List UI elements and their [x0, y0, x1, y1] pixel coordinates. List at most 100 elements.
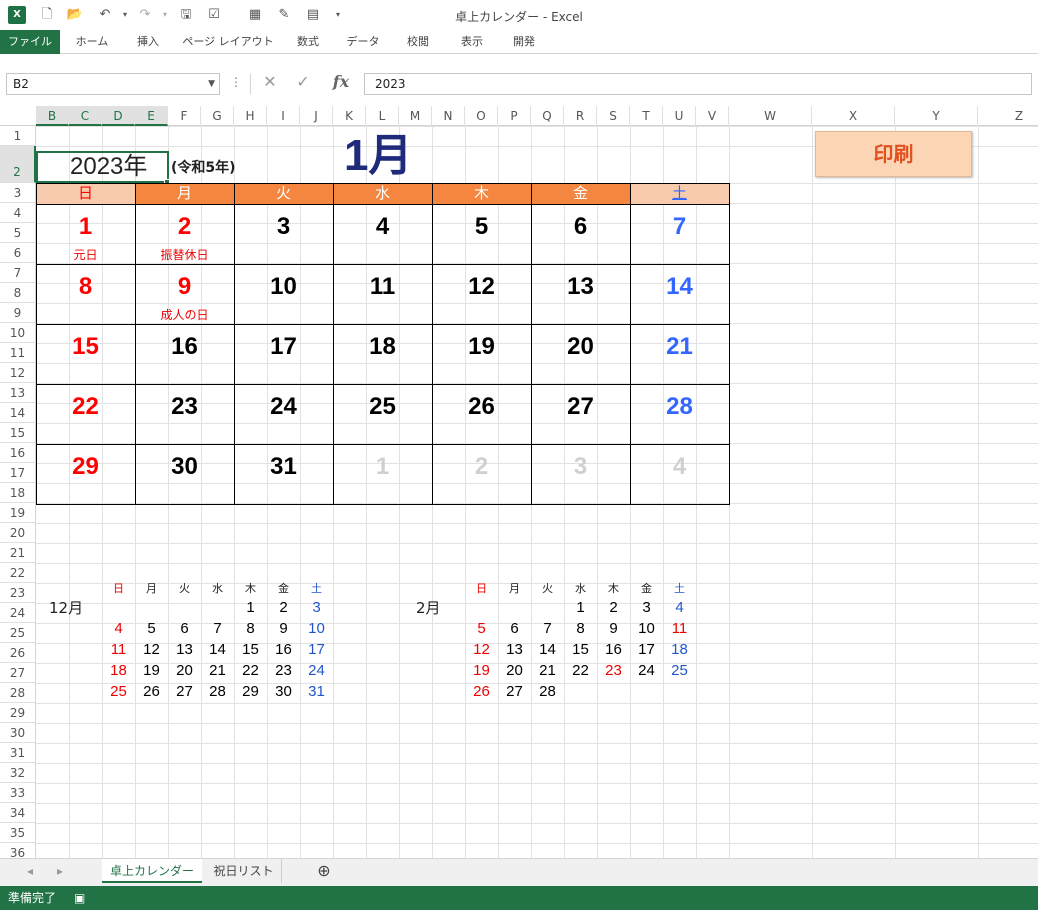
mini-calendar-day[interactable]: 30	[267, 682, 300, 702]
calendar-day[interactable]: 28	[630, 392, 729, 422]
mini-calendar-day[interactable]: 20	[498, 661, 531, 681]
calendar-day[interactable]: 4	[333, 212, 432, 242]
name-box[interactable]: B2 ▼	[6, 73, 220, 95]
row-header[interactable]: 28	[0, 683, 36, 703]
calendar-day[interactable]: 7	[630, 212, 729, 242]
calendar-day[interactable]: 11	[333, 272, 432, 302]
column-header[interactable]: M	[399, 106, 432, 126]
column-header[interactable]: S	[597, 106, 630, 126]
column-header[interactable]: U	[663, 106, 696, 126]
row-header[interactable]: 3	[0, 183, 36, 203]
mini-calendar-day[interactable]: 9	[597, 619, 630, 639]
mini-calendar-day[interactable]: 7	[531, 619, 564, 639]
mini-calendar-day[interactable]: 21	[201, 661, 234, 681]
calendar-day[interactable]: 5	[432, 212, 531, 242]
add-sheet-icon[interactable]: ⊕	[312, 859, 336, 883]
column-header[interactable]: F	[168, 106, 201, 126]
mini-calendar-day[interactable]: 31	[300, 682, 333, 702]
row-header[interactable]: 34	[0, 803, 36, 823]
calendar-day[interactable]: 29	[36, 452, 135, 482]
calendar-day[interactable]: 19	[432, 332, 531, 362]
row-header[interactable]: 25	[0, 623, 36, 643]
column-header[interactable]: J	[300, 106, 333, 126]
column-header[interactable]: B	[36, 106, 69, 126]
column-header[interactable]: H	[234, 106, 267, 126]
mini-calendar-day[interactable]: 1	[564, 598, 597, 618]
mini-calendar-day[interactable]: 7	[201, 619, 234, 639]
mini-calendar-day[interactable]: 27	[498, 682, 531, 702]
row-header[interactable]: 30	[0, 723, 36, 743]
row-header[interactable]: 18	[0, 483, 36, 503]
tab-insert[interactable]: 挿入	[124, 30, 172, 54]
calendar-day[interactable]: 2	[135, 212, 234, 242]
mini-calendar-day[interactable]: 8	[234, 619, 267, 639]
calendar-day[interactable]: 4	[630, 452, 729, 482]
row-header[interactable]: 17	[0, 463, 36, 483]
row-header[interactable]: 11	[0, 343, 36, 363]
row-header[interactable]: 27	[0, 663, 36, 683]
row-header[interactable]: 2	[0, 146, 36, 183]
column-header[interactable]: L	[366, 106, 399, 126]
mini-calendar-day[interactable]: 24	[630, 661, 663, 681]
mini-calendar-day[interactable]: 25	[663, 661, 696, 681]
mini-calendar-day[interactable]: 27	[168, 682, 201, 702]
sheet-tab-holidays[interactable]: 祝日リスト	[206, 859, 282, 883]
row-header[interactable]: 8	[0, 283, 36, 303]
mini-calendar-day[interactable]: 6	[498, 619, 531, 639]
mini-calendar-day[interactable]: 5	[135, 619, 168, 639]
mini-calendar-day[interactable]: 6	[168, 619, 201, 639]
row-header[interactable]: 21	[0, 543, 36, 563]
column-header[interactable]: X	[812, 106, 895, 126]
mini-calendar-day[interactable]: 16	[267, 640, 300, 660]
mini-calendar-day[interactable]: 18	[663, 640, 696, 660]
mini-calendar-day[interactable]: 13	[168, 640, 201, 660]
row-header[interactable]: 35	[0, 823, 36, 843]
row-header[interactable]: 20	[0, 523, 36, 543]
tab-formulas[interactable]: 数式	[286, 30, 330, 54]
mini-calendar-day[interactable]: 17	[630, 640, 663, 660]
mini-calendar-day[interactable]: 21	[531, 661, 564, 681]
calendar-day[interactable]: 25	[333, 392, 432, 422]
row-header[interactable]: 5	[0, 223, 36, 243]
calendar-day[interactable]: 9	[135, 272, 234, 302]
row-header[interactable]: 4	[0, 203, 36, 223]
calendar-day[interactable]: 21	[630, 332, 729, 362]
calendar-day[interactable]: 24	[234, 392, 333, 422]
row-header[interactable]: 16	[0, 443, 36, 463]
column-header[interactable]: Y	[895, 106, 978, 126]
calendar-day[interactable]: 22	[36, 392, 135, 422]
column-header[interactable]: C	[69, 106, 102, 126]
mini-calendar-day[interactable]: 23	[267, 661, 300, 681]
mini-calendar-day[interactable]: 10	[300, 619, 333, 639]
mini-calendar-day[interactable]: 11	[102, 640, 135, 660]
row-header[interactable]: 7	[0, 263, 36, 283]
calendar-day[interactable]: 13	[531, 272, 630, 302]
column-header[interactable]: V	[696, 106, 729, 126]
calendar-day[interactable]: 14	[630, 272, 729, 302]
row-header[interactable]: 9	[0, 303, 36, 323]
column-header[interactable]: R	[564, 106, 597, 126]
column-header[interactable]: Z	[978, 106, 1038, 126]
tab-view[interactable]: 表示	[450, 30, 494, 54]
calendar-day[interactable]: 27	[531, 392, 630, 422]
mini-calendar-day[interactable]: 20	[168, 661, 201, 681]
column-header[interactable]: I	[267, 106, 300, 126]
column-header[interactable]: N	[432, 106, 465, 126]
mini-calendar-day[interactable]: 12	[465, 640, 498, 660]
mini-calendar-day[interactable]: 5	[465, 619, 498, 639]
tab-review[interactable]: 校閲	[396, 30, 440, 54]
mini-calendar-day[interactable]: 8	[564, 619, 597, 639]
row-header[interactable]: 14	[0, 403, 36, 423]
calendar-day[interactable]: 31	[234, 452, 333, 482]
calendar-day[interactable]: 1	[333, 452, 432, 482]
calendar-day[interactable]: 20	[531, 332, 630, 362]
print-button[interactable]: 印刷	[815, 131, 972, 177]
calendar-day[interactable]: 6	[531, 212, 630, 242]
mini-calendar-day[interactable]: 11	[663, 619, 696, 639]
column-header[interactable]: O	[465, 106, 498, 126]
calendar-day[interactable]: 18	[333, 332, 432, 362]
calendar-day[interactable]: 12	[432, 272, 531, 302]
mini-calendar-day[interactable]: 1	[234, 598, 267, 618]
row-header[interactable]: 32	[0, 763, 36, 783]
row-header[interactable]: 22	[0, 563, 36, 583]
